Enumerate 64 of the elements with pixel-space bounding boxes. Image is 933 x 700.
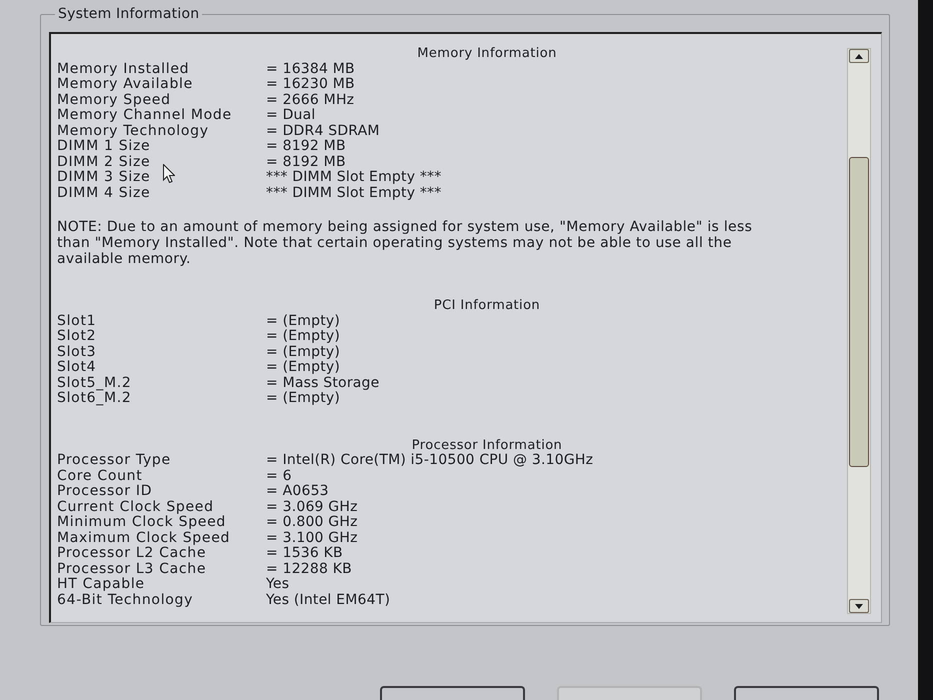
field-value: = 1536 KB — [266, 546, 343, 562]
field-value: = (Empty) — [266, 344, 340, 360]
mouse-pointer-icon — [163, 164, 175, 183]
field-value: = 8192 MB — [266, 154, 346, 170]
section-title: PCI Information — [434, 298, 540, 314]
window-title: System Information — [57, 6, 200, 22]
field-label: Processor L3 Cache — [57, 562, 206, 577]
field-label: Memory Installed — [57, 62, 190, 77]
field-value: = A0653 — [266, 484, 329, 500]
field-value: = 3.100 GHz — [266, 530, 358, 546]
field-value: = Mass Storage — [266, 376, 380, 391]
field-value: Yes — [266, 577, 290, 592]
field-value: = 8192 MB — [266, 139, 346, 154]
caret-down-icon — [855, 604, 863, 608]
field-value: = 3.069 GHz — [266, 500, 358, 515]
field-value: = 12288 KB — [266, 562, 352, 577]
field-label: Memory Speed — [57, 92, 171, 108]
field-label: Processor L2 Cache — [57, 546, 206, 562]
field-label: DIMM 3 Size — [57, 170, 150, 186]
field-label: Processor ID — [57, 484, 152, 500]
field-value: = (Empty) — [266, 360, 340, 376]
scrollbar[interactable] — [847, 48, 871, 614]
field-value: = 2666 MHz — [266, 92, 354, 108]
field-label: HT Capable — [57, 577, 145, 592]
field-value: *** DIMM Slot Empty *** — [266, 186, 442, 201]
field-label: DIMM 2 Size — [57, 154, 150, 170]
field-label: Memory Available — [57, 77, 193, 92]
section-title: Processor Information — [412, 438, 562, 453]
field-value: = (Empty) — [266, 391, 340, 406]
field-label: Slot6_M.2 — [57, 391, 132, 406]
field-value: Yes (Intel EM64T) — [266, 592, 390, 608]
field-label: Minimum Clock Speed — [57, 515, 226, 530]
field-value: = (Empty) — [266, 314, 340, 329]
field-label: Processor Type — [57, 453, 171, 468]
dialog-button[interactable] — [380, 686, 525, 700]
field-value: = 6 — [266, 468, 292, 484]
scroll-down-button[interactable] — [849, 599, 869, 613]
field-label: Current Clock Speed — [57, 500, 214, 515]
field-value: = Dual — [266, 108, 316, 124]
field-label: Memory Technology — [57, 124, 209, 139]
field-label: Slot2 — [57, 329, 96, 344]
field-label: DIMM 1 Size — [57, 139, 150, 154]
field-label: Memory Channel Mode — [57, 108, 232, 124]
field-value: = DDR4 SDRAM — [266, 124, 380, 139]
field-label: DIMM 4 Size — [57, 186, 150, 201]
scroll-up-button[interactable] — [849, 49, 869, 63]
field-value: = 16384 MB — [266, 62, 355, 77]
field-label: Maximum Clock Speed — [57, 530, 230, 546]
caret-up-icon — [855, 54, 863, 58]
field-label: Core Count — [57, 468, 142, 484]
dialog-button[interactable] — [734, 686, 879, 700]
field-value: *** DIMM Slot Empty *** — [266, 170, 442, 186]
scroll-thumb[interactable] — [849, 157, 869, 467]
field-label: Slot4 — [57, 360, 96, 376]
field-label: Slot1 — [57, 314, 96, 329]
field-label: Slot5_M.2 — [57, 376, 132, 390]
field-label: Slot3 — [57, 344, 96, 360]
field-value: = 0.800 GHz — [266, 515, 358, 530]
field-value: = (Empty) — [266, 329, 340, 344]
section-title: Memory Information — [417, 46, 557, 62]
field-label: 64-Bit Technology — [57, 592, 194, 608]
field-value: = 16230 MB — [266, 77, 355, 92]
field-value: = Intel(R) Core(TM) i5-10500 CPU @ 3.10GHz — [266, 453, 594, 468]
note-text: NOTE: Due to an amount of memory being assigned for system use, "Memory Available" is less than "Memory Installed". Note that certain operating systems may not be able to use all the available memory. — [57, 219, 754, 267]
